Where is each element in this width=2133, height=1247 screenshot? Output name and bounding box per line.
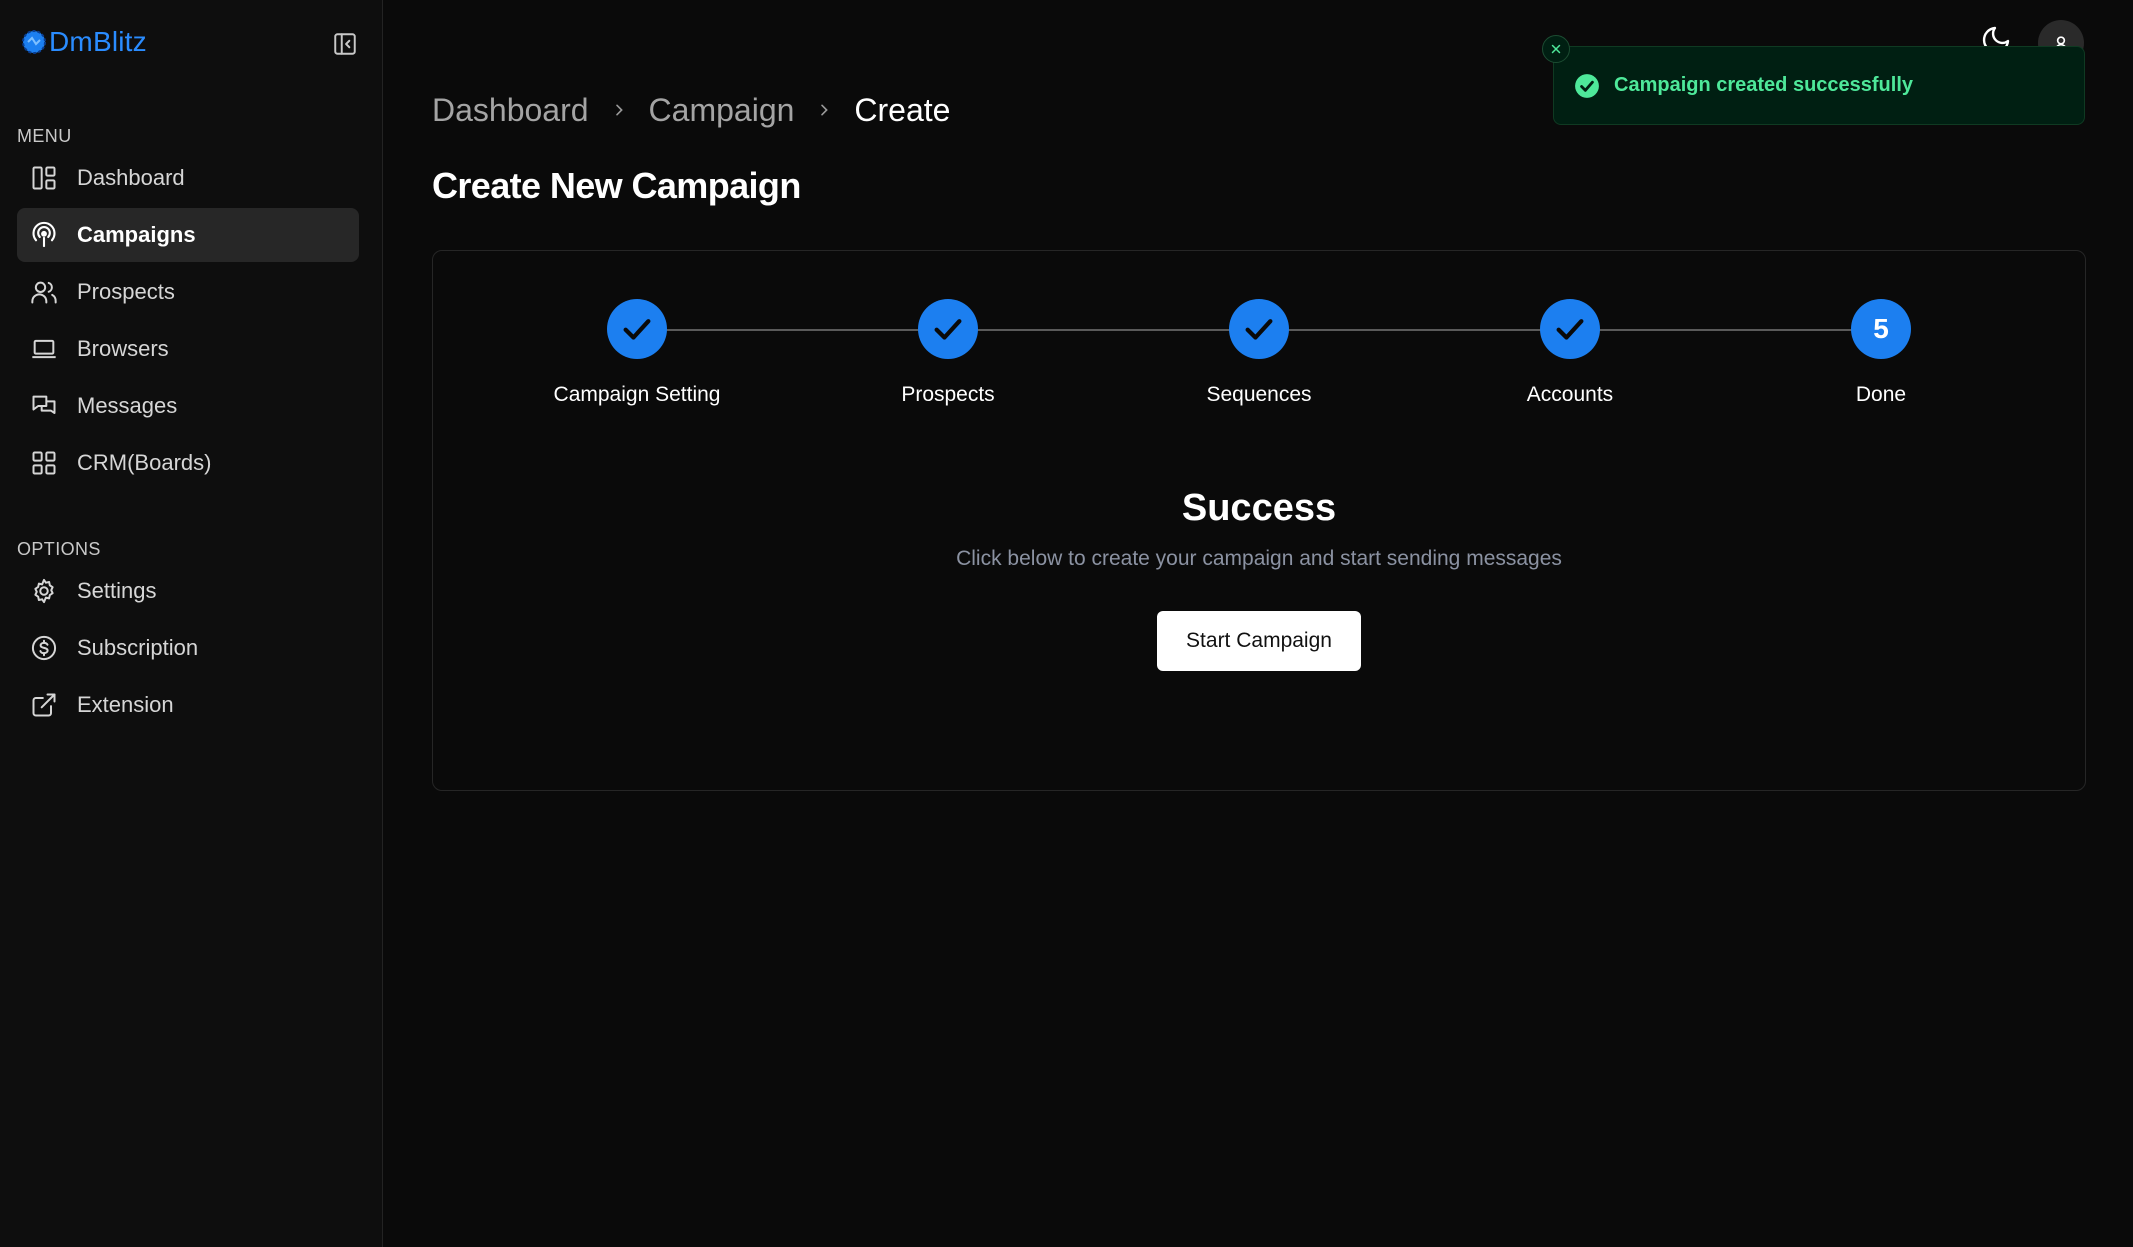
sidebar-item-extension[interactable]: Extension <box>17 678 359 732</box>
sidebar-item-campaigns[interactable]: Campaigns <box>17 208 359 262</box>
panel-left-close-icon <box>334 33 356 55</box>
success-description: Click below to create your campaign and … <box>956 547 1562 570</box>
page-title: Create New Campaign <box>432 165 801 206</box>
sidebar-item-label: Messages <box>77 393 178 418</box>
sidebar-item-browsers[interactable]: Browsers <box>17 322 359 376</box>
dollar-circle-icon <box>29 633 59 663</box>
step-indicator[interactable] <box>607 299 667 359</box>
toast-notification: Campaign created successfully <box>1542 35 2085 125</box>
chevron-right-icon <box>816 102 832 118</box>
options-section-label: OPTIONS <box>17 539 101 559</box>
step-accounts[interactable]: Accounts <box>1450 299 1690 407</box>
brand[interactable]: DmBlitz <box>20 24 147 60</box>
toast-close-button[interactable] <box>1542 35 1570 63</box>
step-indicator[interactable] <box>918 299 978 359</box>
grid-icon <box>29 448 59 478</box>
sidebar-item-crm-boards[interactable]: CRM(Boards) <box>17 436 359 490</box>
layout-dashboard-icon <box>29 163 59 193</box>
sidebar-item-label: Campaigns <box>77 222 196 247</box>
sidebar-item-dashboard[interactable]: Dashboard <box>17 151 359 205</box>
sidebar-item-label: Dashboard <box>77 165 185 190</box>
campaign-wizard-card: Campaign Setting Prospects Sequences Acc… <box>432 250 2086 791</box>
step-sequences[interactable]: Sequences <box>1139 299 1379 407</box>
sidebar-item-settings[interactable]: Settings <box>17 564 359 618</box>
breadcrumb: Dashboard Campaign Create <box>432 88 950 132</box>
step-indicator[interactable] <box>1540 299 1600 359</box>
laptop-icon <box>29 334 59 364</box>
toast-message: Campaign created successfully <box>1614 74 1914 96</box>
check-circle-icon <box>1574 73 1600 99</box>
sidebar-item-label: Browsers <box>77 336 169 361</box>
check-icon <box>1556 319 1584 340</box>
sidebar-item-label: Prospects <box>77 279 175 304</box>
check-icon <box>1245 319 1273 340</box>
brand-logo-icon <box>20 28 48 56</box>
sidebar-item-subscription[interactable]: Subscription <box>17 621 359 675</box>
sidebar-item-label: Settings <box>77 578 157 603</box>
step-label: Campaign Setting <box>553 383 721 406</box>
podcast-icon <box>29 220 59 250</box>
gear-icon <box>29 576 59 606</box>
brand-name: DmBlitz <box>49 26 147 57</box>
step-campaign-setting[interactable]: Campaign Setting <box>517 299 757 407</box>
menu-section-label: MENU <box>17 126 72 146</box>
sidebar-item-label: CRM(Boards) <box>77 450 212 475</box>
chevron-right-icon <box>611 102 627 118</box>
external-link-icon <box>29 690 59 720</box>
step-done[interactable]: 5 Done <box>1761 299 2001 407</box>
sidebar-item-prospects[interactable]: Prospects <box>17 265 359 319</box>
start-campaign-button[interactable]: Start Campaign <box>1157 611 1361 671</box>
close-icon <box>1551 44 1561 54</box>
step-prospects[interactable]: Prospects <box>828 299 1068 407</box>
breadcrumb-item-dashboard[interactable]: Dashboard <box>432 92 589 129</box>
sidebar-item-messages[interactable]: Messages <box>17 379 359 433</box>
messages-icon <box>29 391 59 421</box>
step-label: Prospects <box>901 383 995 406</box>
step-label: Accounts <box>1526 383 1614 406</box>
check-icon <box>623 319 651 340</box>
success-title: Success <box>1181 487 1337 529</box>
breadcrumb-item-create: Create <box>854 91 951 128</box>
step-label: Done <box>1855 383 1907 406</box>
check-icon <box>934 319 962 340</box>
step-label: Sequences <box>1206 383 1312 406</box>
step-indicator[interactable]: 5 <box>1851 299 1911 359</box>
sidebar: DmBlitz MENU Dashboard Campaigns Prospec… <box>0 0 383 1247</box>
sidebar-item-label: Extension <box>77 692 174 717</box>
sidebar-item-label: Subscription <box>77 635 199 660</box>
sidebar-collapse-button[interactable] <box>330 29 360 59</box>
breadcrumb-item-campaign[interactable]: Campaign <box>649 92 795 129</box>
step-indicator[interactable] <box>1229 299 1289 359</box>
users-icon <box>29 277 59 307</box>
stepper: Campaign Setting Prospects Sequences Acc… <box>433 251 2085 421</box>
